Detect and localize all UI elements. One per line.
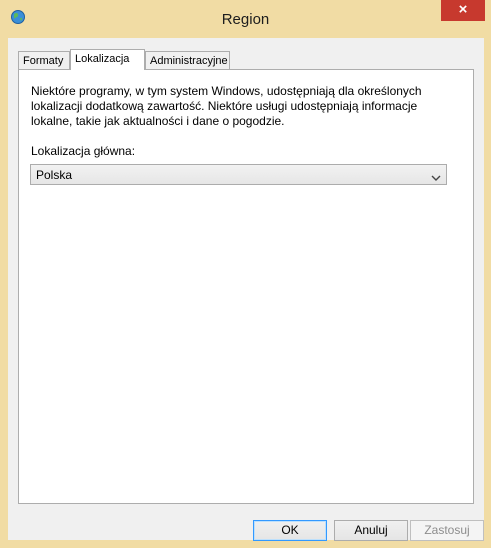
cancel-button[interactable]: Anuluj (334, 520, 408, 541)
region-dialog: Region × Formaty Lokalizacja Administrac… (0, 0, 491, 548)
dialog-client-area: Formaty Lokalizacja Administracyjne Niek… (8, 38, 484, 541)
ok-button[interactable]: OK (253, 520, 327, 541)
tab-lokalizacja[interactable]: Lokalizacja (70, 49, 145, 70)
title-bar[interactable]: Region × (0, 0, 491, 37)
chevron-down-icon (431, 170, 441, 181)
window-title: Region (221, 11, 270, 28)
description-line: lokalizacji dodatkową zawartość. Niektór… (31, 99, 418, 113)
home-location-label: Lokalizacja główna: (31, 144, 136, 158)
location-description: Niektóre programy, w tym system Windows,… (31, 84, 461, 129)
tab-administracyjne[interactable]: Administracyjne (145, 51, 230, 69)
location-panel: Niektóre programy, w tym system Windows,… (18, 69, 474, 504)
close-button[interactable]: × (441, 0, 485, 21)
apply-button[interactable]: Zastosuj (410, 520, 484, 541)
description-line: Niektóre programy, w tym system Windows,… (31, 84, 422, 98)
description-line: lokalne, takie jak aktualności i dane o … (31, 114, 285, 128)
home-location-value: Polska (36, 168, 73, 182)
tab-formaty[interactable]: Formaty (18, 51, 70, 69)
home-location-dropdown[interactable]: Polska (30, 164, 447, 185)
